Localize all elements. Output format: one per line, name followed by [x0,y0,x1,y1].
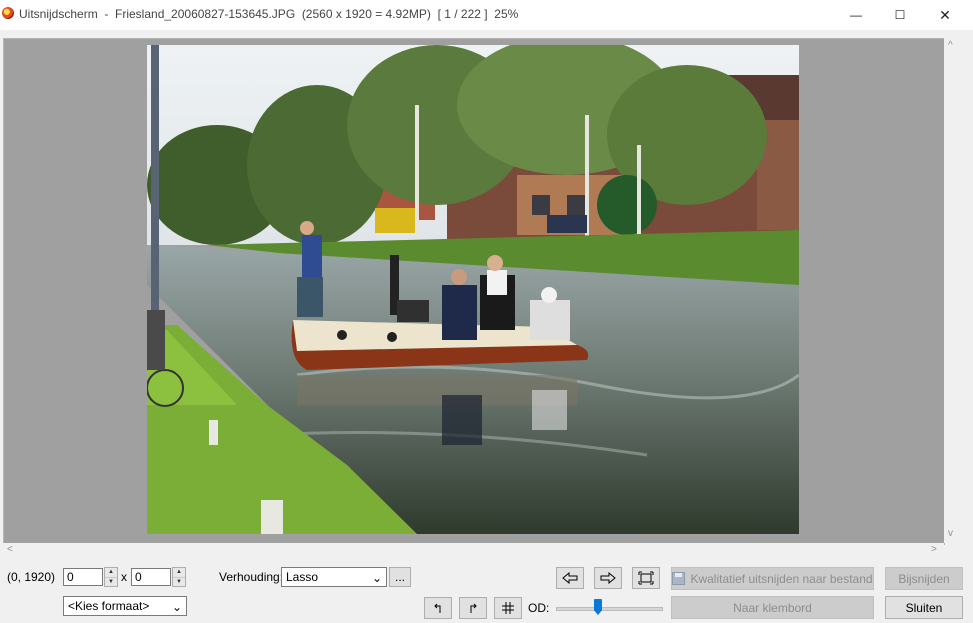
arrow-left-icon [562,572,578,584]
floppy-disk-icon [672,572,686,585]
maximize-button[interactable]: ☐ [877,0,923,30]
height-stepper[interactable]: ▲ ▼ [172,567,186,587]
od-label: OD: [528,601,550,615]
scroll-down-icon[interactable]: v [948,528,953,539]
stepper-up-icon[interactable]: ▲ [105,568,117,578]
fit-screen-button[interactable] [632,567,660,589]
format-select[interactable]: <Kies formaat> ⌄ [63,596,187,616]
chevron-down-icon: ⌄ [371,571,382,585]
photo-image [147,45,799,534]
close-dialog-button[interactable]: Sluiten [885,596,963,619]
minimize-button[interactable]: — [833,0,879,30]
scroll-up-icon[interactable]: ^ [948,40,953,51]
previous-image-button[interactable] [556,567,584,589]
vertical-scrollbar[interactable]: ^ v [944,38,960,543]
chevron-down-icon: ⌄ [171,600,182,614]
od-slider-thumb[interactable] [594,599,602,615]
stepper-down-icon[interactable]: ▼ [173,578,185,587]
arrow-right-icon [600,572,616,584]
width-field[interactable] [63,568,103,586]
next-image-button[interactable] [594,567,622,589]
copy-to-clipboard-button[interactable]: Naar klembord [671,596,874,619]
save-quality-button[interactable]: Kwalitatief uitsnijden naar bestand [671,567,874,590]
height-field[interactable] [131,568,171,586]
scroll-right-icon[interactable]: > [931,544,937,555]
app-icon [2,7,14,19]
rotate-right-icon [470,603,477,613]
width-stepper[interactable]: ▲ ▼ [104,567,118,587]
grid-button[interactable] [494,597,522,619]
stepper-down-icon[interactable]: ▼ [105,578,117,587]
photo-preview[interactable] [147,45,799,534]
format-value: <Kies formaat> [68,599,150,613]
crop-button[interactable]: Bijsnijden [885,567,963,590]
save-quality-label: Kwalitatief uitsnijden naar bestand [690,571,873,586]
ratio-select[interactable]: Lasso ⌄ [281,567,387,587]
ratio-value: Lasso [286,570,319,584]
coords-readout: (0, 1920) [7,570,56,584]
rotate-left-button[interactable] [424,597,452,619]
ratio-label: Verhouding: [219,570,284,584]
times-label: x [121,570,127,584]
close-button[interactable]: ✕ [922,0,968,30]
ratio-options-button[interactable]: ... [389,567,411,587]
stepper-up-icon[interactable]: ▲ [173,568,185,578]
fit-screen-icon [638,571,654,585]
title-bar: Uitsnijdscherm - Friesland_20060827-1536… [0,0,973,30]
rotate-left-icon [434,603,441,613]
od-slider-track[interactable] [556,607,663,611]
window-title: Uitsnijdscherm - Friesland_20060827-1536… [19,7,519,21]
horizontal-scrollbar[interactable]: < > [3,543,944,559]
scroll-left-icon[interactable]: < [7,544,13,555]
grid-icon [502,602,514,614]
rotate-right-button[interactable] [459,597,487,619]
